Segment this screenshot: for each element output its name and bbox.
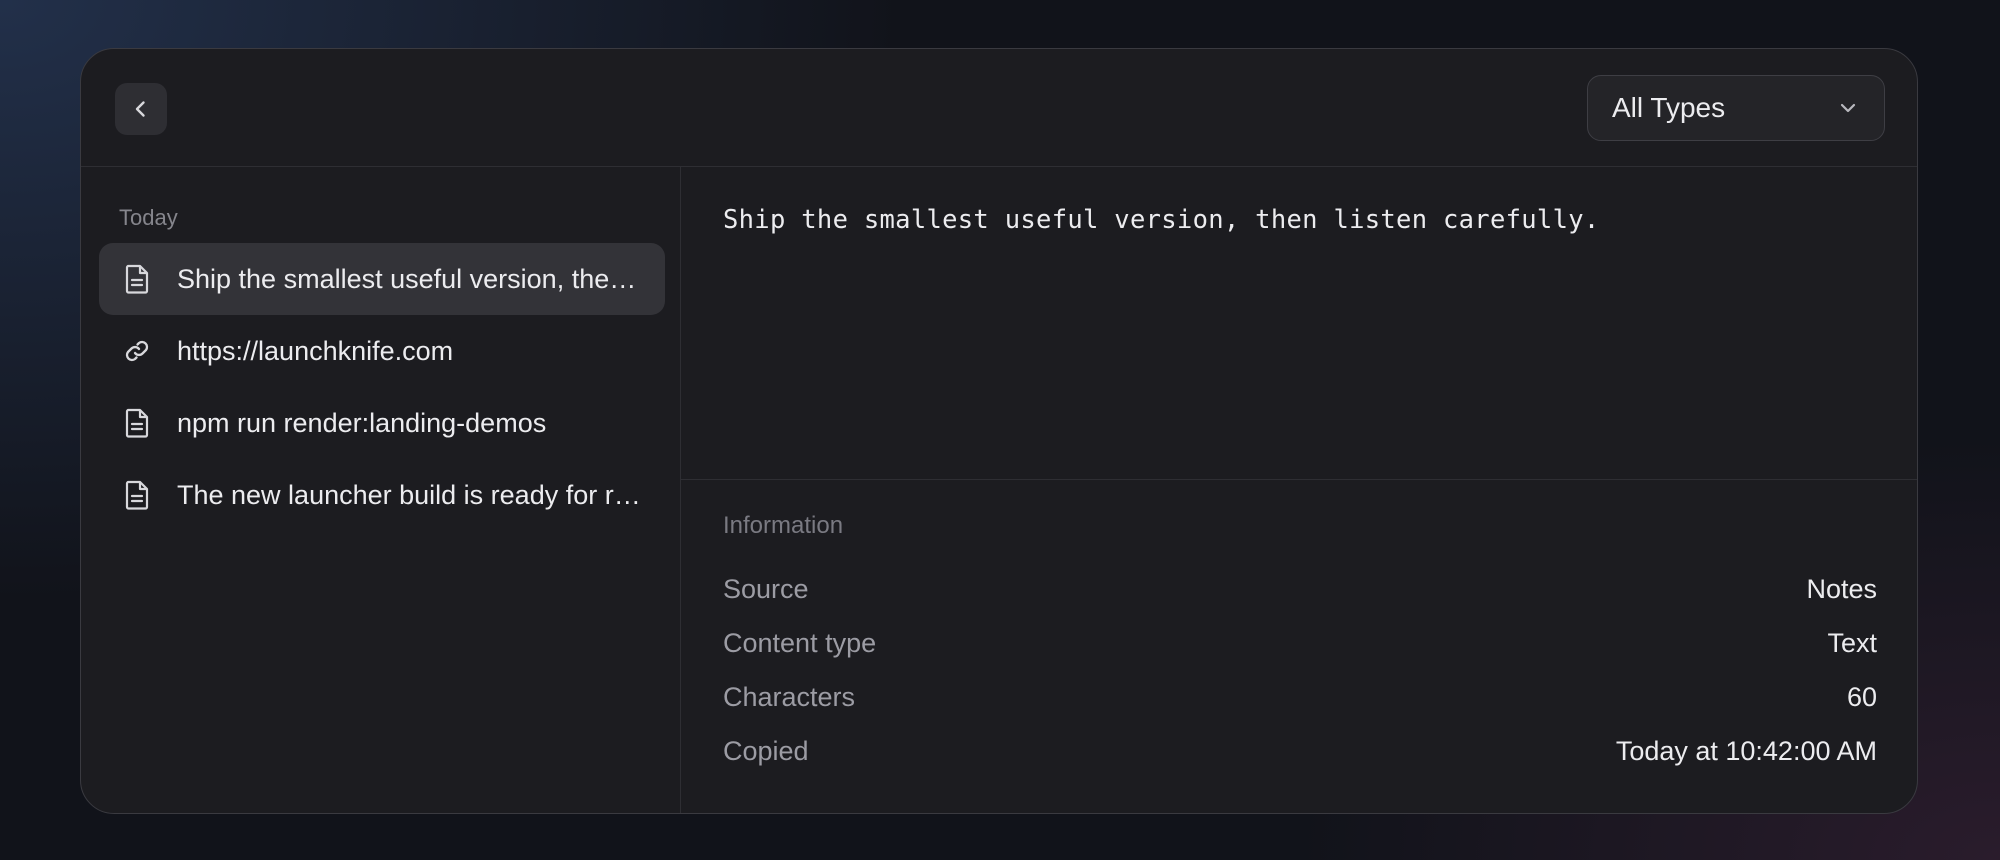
- group-label-today: Today: [119, 205, 178, 230]
- info-value: 60: [1846, 681, 1877, 712]
- detail-pane: Ship the smallest useful version, then l…: [681, 167, 1917, 813]
- history-item[interactable]: The new launcher build is ready for revi…: [99, 459, 665, 531]
- history-list: Ship the smallest useful version, then l…: [99, 243, 665, 531]
- history-item-label: npm run render:landing-demos: [177, 407, 547, 438]
- clipboard-history-window: All Types Today Ship the smallest useful…: [80, 48, 1918, 814]
- chevron-down-icon: [1840, 103, 1856, 113]
- history-item-label: The new launcher build is ready for revi…: [177, 479, 641, 510]
- info-heading: Information: [723, 512, 844, 539]
- info-value: Today at 10:42:00 AM: [1615, 735, 1877, 766]
- back-button[interactable]: [115, 83, 167, 135]
- history-item[interactable]: Ship the smallest useful version, then l…: [99, 243, 665, 315]
- history-item[interactable]: https://launchknife.com: [99, 315, 665, 387]
- info-row-characters: Characters 60: [723, 677, 1877, 717]
- info-value: Notes: [1806, 573, 1877, 604]
- info-key: Content type: [723, 627, 877, 658]
- info-key: Source: [723, 573, 809, 604]
- chevron-left-icon: [135, 101, 145, 117]
- document-icon: [121, 479, 153, 511]
- information-panel: Information Source Notes Content type Te…: [681, 480, 1917, 813]
- header-bar: All Types: [81, 49, 1917, 167]
- type-filter-value: All Types: [1612, 92, 1726, 123]
- info-value: Text: [1827, 627, 1877, 658]
- preview-text: Ship the smallest useful version, then l…: [723, 205, 1600, 235]
- link-icon: [121, 335, 153, 367]
- info-key: Copied: [723, 735, 809, 766]
- history-item-label: https://launchknife.com: [177, 335, 454, 366]
- history-sidebar: Today Ship the smallest useful version, …: [81, 167, 681, 813]
- type-filter-dropdown[interactable]: All Types: [1587, 75, 1885, 141]
- history-item-label: Ship the smallest useful version, then l…: [177, 263, 641, 294]
- document-icon: [121, 407, 153, 439]
- history-item[interactable]: npm run render:landing-demos: [99, 387, 665, 459]
- info-row-source: Source Notes: [723, 569, 1877, 609]
- info-row-copied: Copied Today at 10:42:00 AM: [723, 731, 1877, 771]
- info-key: Characters: [723, 681, 856, 712]
- info-row-content-type: Content type Text: [723, 623, 1877, 663]
- document-icon: [121, 263, 153, 295]
- content-preview: Ship the smallest useful version, then l…: [681, 167, 1917, 480]
